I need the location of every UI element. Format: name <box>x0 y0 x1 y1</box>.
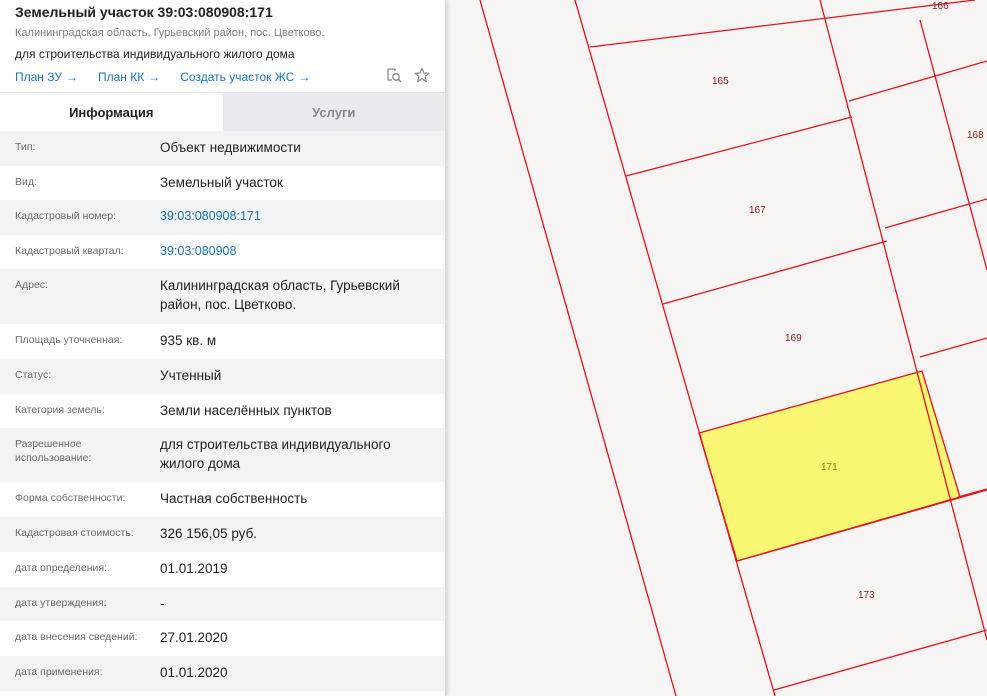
info-row-application-date: дата применения: 01.01.2020 <box>0 656 445 691</box>
street-boundary-left <box>479 0 677 696</box>
plot-boundary <box>773 629 987 691</box>
info-row-area: Площадь уточненная: 935 кв. м <box>0 324 445 359</box>
plan-zu-link[interactable]: План ЗУ → <box>15 70 78 84</box>
row-label: Кадастровый квартал: <box>15 245 124 257</box>
row-label: Кадастровая стоимость: <box>15 527 134 539</box>
plot-boundary <box>919 19 987 271</box>
row-label: Статус: <box>15 369 52 381</box>
header-icons <box>374 67 430 88</box>
plot-label: 171 <box>821 462 838 473</box>
row-label: дата утверждения: <box>15 597 107 609</box>
page-title: Земельный участок 39:03:080908:171 <box>15 4 273 20</box>
info-row-status: Статус: Учтенный <box>0 359 445 394</box>
row-value: Земельный участок <box>160 175 283 190</box>
plot-boundary <box>957 488 987 498</box>
plot-label: 168 <box>967 130 984 141</box>
search-map-icon[interactable] <box>386 67 402 88</box>
info-row-kind: Вид: Земельный участок <box>0 166 445 200</box>
plot-label: 173 <box>858 590 875 601</box>
row-label: дата применения: <box>15 666 103 678</box>
row-label: Форма собственности: <box>15 492 126 504</box>
header-address: Калининградская область, Гурьевский райо… <box>15 27 325 39</box>
tab-bar: Информация Услуги <box>0 92 445 131</box>
plot-label: 165 <box>712 76 729 87</box>
info-row-cadastral-value: Кадастровая стоимость: 326 156,05 руб. <box>0 517 445 552</box>
info-row-land-category: Категория земель: Земли населённых пункт… <box>0 394 445 428</box>
plan-kk-link[interactable]: План КК → <box>98 70 160 84</box>
row-label: Категория земель: <box>15 404 105 416</box>
panel-header: Земельный участок 39:03:080908:171 Калин… <box>0 0 445 92</box>
row-label: Адрес: <box>15 279 48 291</box>
row-label: Разрешенное использование: <box>15 438 92 464</box>
tab-information[interactable]: Информация <box>0 93 223 131</box>
info-row-permitted-use: Разрешенное использование: для строитель… <box>0 428 445 482</box>
plot-boundary <box>848 60 987 102</box>
row-value: - <box>160 596 165 611</box>
row-value: 326 156,05 руб. <box>160 526 258 541</box>
cadastral-quarter-link[interactable]: 39:03:080908 <box>160 242 445 262</box>
row-value: Частная собственность <box>160 491 308 506</box>
row-value: Земли населённых пунктов <box>160 403 332 418</box>
tab-services[interactable]: Услуги <box>222 93 445 131</box>
info-row-approval-date: дата утверждения: - <box>0 587 445 621</box>
cadastral-number-link[interactable]: 39:03:080908:171 <box>160 207 445 228</box>
plot-boundary <box>589 0 976 48</box>
info-table: Тип: Объект недвижимости Вид: Земельный … <box>0 131 445 691</box>
header-purpose: для строительства индивидуального жилого… <box>15 47 295 61</box>
info-row-ownership: Форма собственности: Частная собственнос… <box>0 482 445 517</box>
row-value: 01.01.2019 <box>160 561 228 576</box>
plot-boundary <box>662 240 888 305</box>
row-value: Учтенный <box>160 368 222 383</box>
row-label: Кадастровый номер: <box>15 210 117 222</box>
row-label: дата определения: <box>15 562 108 574</box>
row-value: для строительства индивидуального жилого… <box>160 437 391 471</box>
plot-label: 169 <box>785 333 802 344</box>
street-boundary-right <box>574 0 776 696</box>
plot-boundary <box>625 116 853 177</box>
row-value: 01.01.2020 <box>160 665 228 680</box>
header-links: План ЗУ → План КК → Создать участок ЖС → <box>15 67 430 88</box>
row-value: Объект недвижимости <box>160 140 301 155</box>
info-row-cadastral-number: Кадастровый номер: 39:03:080908:171 <box>0 200 445 235</box>
plot-label: 167 <box>749 205 766 216</box>
row-label: Тип: <box>15 141 36 153</box>
info-row-address: Адрес: Калининградская область, Гурьевск… <box>0 269 445 324</box>
row-label: Вид: <box>15 176 37 188</box>
row-value: 935 кв. м <box>160 333 217 348</box>
row-label: дата внесения сведений: <box>15 631 138 643</box>
info-row-entry-date: дата внесения сведений: 27.01.2020 <box>0 621 445 656</box>
row-value: 27.01.2020 <box>160 630 228 645</box>
info-row-type: Тип: Объект недвижимости <box>0 131 445 166</box>
plot-boundary <box>919 337 987 358</box>
info-panel: Земельный участок 39:03:080908:171 Калин… <box>0 0 446 696</box>
create-plot-link[interactable]: Создать участок ЖС → <box>180 70 310 84</box>
row-label: Площадь уточненная: <box>15 334 123 346</box>
info-row-determination-date: дата определения: 01.01.2019 <box>0 552 445 587</box>
star-icon[interactable] <box>414 67 430 88</box>
row-value: Калининградская область, Гурьевский райо… <box>160 278 400 312</box>
plot-label: 166 <box>932 1 949 12</box>
block-back-line <box>819 0 987 641</box>
info-row-cadastral-quarter: Кадастровый квартал: 39:03:080908 <box>0 235 445 269</box>
